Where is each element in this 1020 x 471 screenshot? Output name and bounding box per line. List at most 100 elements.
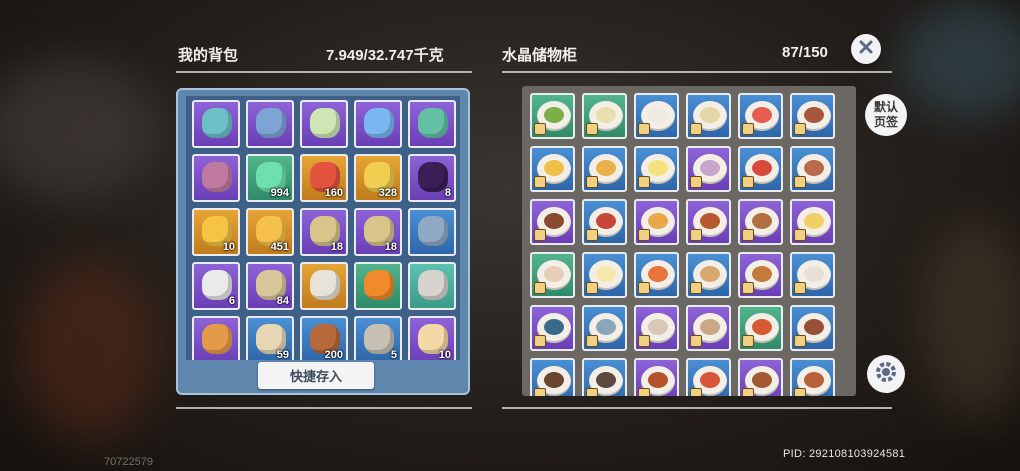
backpack-slot[interactable]: 451 [246,208,294,256]
storage-panel[interactable] [522,86,856,396]
storage-slot[interactable] [738,358,783,396]
backpack-slot[interactable] [408,100,456,148]
recipe-note-icon [742,335,754,347]
recipe-note-icon [690,388,702,396]
recipe-note-icon [794,282,806,294]
storage-slot[interactable] [634,146,679,192]
recipe-note-icon [742,282,754,294]
storage-slot[interactable] [530,146,575,192]
recipe-note-icon [534,229,546,241]
backpack-slot[interactable] [300,262,348,310]
storage-slot[interactable] [738,146,783,192]
recipe-note-icon [534,282,546,294]
storage-slot[interactable] [582,358,627,396]
item-count: 994 [270,187,289,199]
backpack-slot[interactable] [354,262,402,310]
megaphone-icon [202,270,232,300]
backpack-slot[interactable] [192,100,240,148]
storage-slot[interactable] [790,252,835,298]
storage-slot[interactable] [582,146,627,192]
backpack-slot[interactable]: 328 [354,154,402,202]
quick-store-button[interactable]: 快捷存入 [258,362,374,389]
feather-duster-icon [364,108,394,138]
backpack-slot[interactable] [192,154,240,202]
default-tab-button[interactable]: 默认页签 [865,94,907,136]
storage-slot[interactable] [790,358,835,396]
backpack-slot[interactable]: 200 [300,316,348,360]
recipe-note-icon [794,176,806,188]
settings-button[interactable] [867,355,905,393]
storage-slot[interactable] [634,199,679,245]
backpack-slot[interactable] [300,100,348,148]
storage-slot[interactable] [686,146,731,192]
backpack-slot[interactable]: 18 [354,208,402,256]
item-count: 18 [384,241,397,253]
recipe-note-icon [586,388,598,396]
storage-slot[interactable] [738,93,783,139]
recipe-note-icon [690,282,702,294]
blue-wing-stone-icon [418,216,448,246]
storage-slot[interactable] [634,358,679,396]
scythe-icon [202,108,232,138]
recipe-note-icon [638,176,650,188]
storage-slot[interactable] [634,305,679,351]
recipe-note-icon [586,229,598,241]
backpack-slot[interactable] [192,316,240,360]
backpack-slot[interactable] [354,100,402,148]
storage-slot[interactable] [634,252,679,298]
storage-slot[interactable] [790,146,835,192]
backpack-slot[interactable]: 8 [408,154,456,202]
storage-slot[interactable] [530,199,575,245]
storage-slot[interactable] [686,358,731,396]
background-blur [0,60,160,200]
lamp-post-icon [418,270,448,300]
storage-slot[interactable] [530,358,575,396]
storage-slot[interactable] [530,93,575,139]
storage-slot[interactable] [686,305,731,351]
storage-slot[interactable] [686,199,731,245]
backpack-slot[interactable] [246,100,294,148]
storage-slot[interactable] [530,305,575,351]
storage-slot[interactable] [790,305,835,351]
storage-slot[interactable] [686,252,731,298]
storage-slot[interactable] [790,93,835,139]
backpack-slot[interactable]: 10 [192,208,240,256]
backpack-slot[interactable]: 84 [246,262,294,310]
fishing-rod-icon [202,162,232,192]
backpack-slot[interactable] [408,208,456,256]
recipe-note-icon [586,335,598,347]
recipe-note-icon [638,335,650,347]
item-count: 6 [228,295,235,307]
storage-slot[interactable] [790,199,835,245]
recipe-note-icon [742,176,754,188]
storage-slot[interactable] [582,93,627,139]
storage-slot[interactable] [530,252,575,298]
background-blur [20,260,160,440]
storage-slot[interactable] [634,93,679,139]
backpack-slot[interactable]: 10 [408,316,456,360]
storage-slot[interactable] [738,199,783,245]
close-button[interactable] [851,34,881,64]
item-count: 200 [324,349,343,360]
close-icon [858,39,874,60]
storage-slot[interactable] [686,93,731,139]
item-count: 5 [390,349,397,360]
backpack-scroll-area[interactable]: 994 160 328 8 10 451 18 18 6 84 59 200 5 10 [186,96,460,360]
backpack-slot[interactable]: 18 [300,208,348,256]
backpack-slot[interactable] [408,262,456,310]
backpack-slot[interactable]: 5 [354,316,402,360]
backpack-slot[interactable]: 6 [192,262,240,310]
background-blur [900,0,1020,120]
backpack-slot[interactable]: 994 [246,154,294,202]
fox-ears-icon [202,324,232,354]
storage-slot[interactable] [582,305,627,351]
storage-slot[interactable] [582,252,627,298]
storage-slot[interactable] [738,252,783,298]
item-count: 18 [330,241,343,253]
backpack-slot[interactable]: 59 [246,316,294,360]
recipe-note-icon [794,229,806,241]
recipe-note-icon [690,176,702,188]
storage-slot[interactable] [738,305,783,351]
backpack-slot[interactable]: 160 [300,154,348,202]
storage-slot[interactable] [582,199,627,245]
